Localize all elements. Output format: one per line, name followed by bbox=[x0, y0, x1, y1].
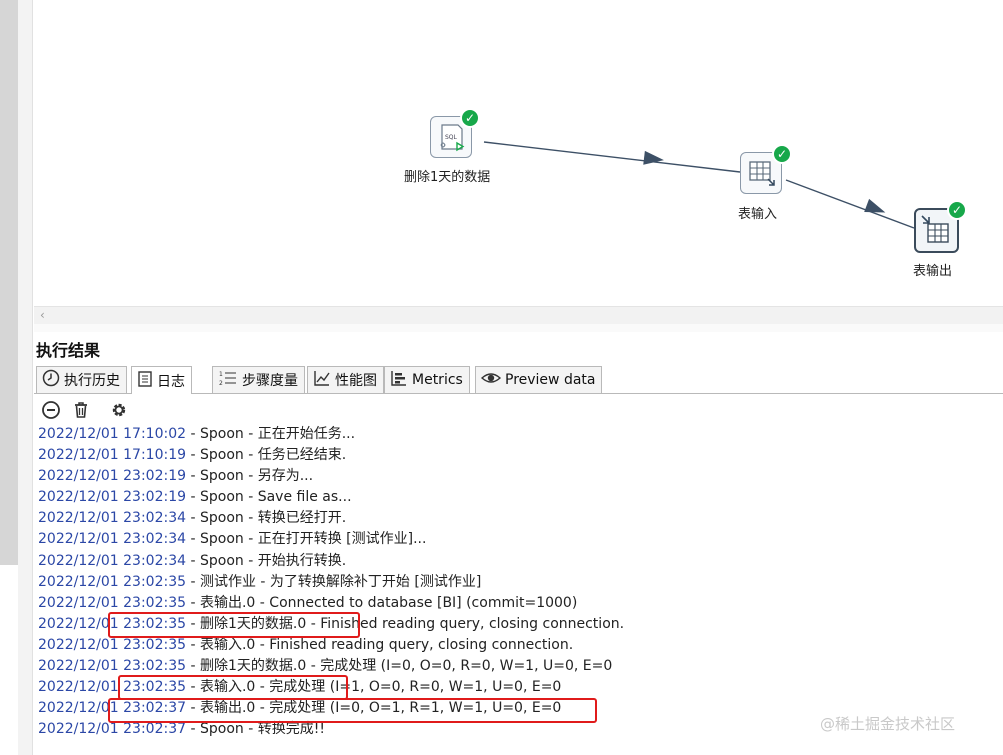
hop-connectors bbox=[483, 141, 915, 229]
log-line: 2022/12/01 23:02:19 - Spoon - Save file … bbox=[38, 487, 998, 508]
svg-text:2: 2 bbox=[219, 380, 223, 387]
success-check-icon: ✓ bbox=[947, 200, 967, 220]
log-timestamp: 2022/12/01 23:02:34 bbox=[38, 552, 187, 569]
step-label: 删除1天的数据 bbox=[404, 170, 491, 185]
log-timestamp: 2022/12/01 23:02:34 bbox=[38, 531, 187, 548]
log-timestamp: 2022/12/01 23:02:35 bbox=[38, 636, 187, 653]
highlight-box bbox=[118, 675, 348, 700]
left-splitter[interactable] bbox=[18, 0, 33, 755]
line-chart-icon bbox=[313, 369, 331, 391]
stop-icon[interactable] bbox=[39, 399, 63, 421]
log-toolbar bbox=[34, 396, 1003, 424]
log-message: - Spoon - Save file as... bbox=[186, 489, 352, 506]
tab-performance-chart[interactable]: 性能图 bbox=[307, 366, 384, 393]
hop-arrow-2 bbox=[864, 198, 886, 213]
tab-label: 执行历史 bbox=[64, 373, 120, 389]
tab-preview-data[interactable]: Preview data bbox=[475, 366, 603, 393]
log-line: 2022/12/01 23:02:35 - 测试作业 - 为了转换解除补丁开始 … bbox=[38, 572, 998, 593]
log-message: - Spoon - 正在开始任务... bbox=[186, 426, 356, 442]
log-timestamp: 2022/12/01 17:10:19 bbox=[38, 447, 187, 464]
trash-icon[interactable] bbox=[69, 399, 93, 421]
tab-log[interactable]: 日志 bbox=[131, 366, 192, 394]
tab-label: 性能图 bbox=[335, 373, 377, 389]
log-message: - Spoon - 转换完成!! bbox=[186, 721, 325, 738]
log-line: 2022/12/01 17:10:02 - Spoon - 正在开始任务... bbox=[38, 424, 998, 445]
spoon-window: SQL ✓ 删除1天的数据 ✓ 表输入 ✓ 表输出 ‹ 执行结果 执行历史 日志… bbox=[0, 0, 1003, 755]
watermark: @稀土掘金技术社区 bbox=[820, 715, 956, 733]
transformation-canvas[interactable]: SQL ✓ 删除1天的数据 ✓ 表输入 ✓ 表输出 bbox=[34, 0, 1003, 306]
log-message: - 表输入.0 - Finished reading query, closin… bbox=[186, 636, 574, 653]
step-label: 表输出 bbox=[913, 264, 953, 279]
log-line: 2022/12/01 23:02:19 - Spoon - 另存为... bbox=[38, 466, 998, 487]
left-panel-edge bbox=[0, 0, 18, 565]
log-line: 2022/12/01 23:02:34 - Spoon - 正在打开转换 [测试… bbox=[38, 529, 998, 550]
log-message: - 表输出.0 - Connected to database [BI] (co… bbox=[186, 594, 578, 611]
results-tabbar: 执行历史 日志 12 步骤度量 性能图 Metrics Preview data bbox=[34, 364, 1003, 394]
scroll-left-icon[interactable]: ‹ bbox=[40, 307, 45, 323]
log-message: - Spoon - 开始执行转换. bbox=[186, 552, 347, 569]
metrics-icon bbox=[390, 369, 408, 391]
clock-icon bbox=[42, 369, 60, 391]
highlight-box bbox=[108, 698, 597, 723]
log-timestamp: 2022/12/01 23:02:34 bbox=[38, 510, 187, 527]
log-icon bbox=[137, 370, 153, 392]
log-message: - Spoon - 任务已经结束. bbox=[186, 447, 347, 464]
log-line: 2022/12/01 23:02:34 - Spoon - 转换已经打开. bbox=[38, 508, 998, 529]
tab-label: Metrics bbox=[412, 372, 463, 388]
hop-line-1[interactable] bbox=[483, 141, 741, 173]
log-message: - Spoon - 另存为... bbox=[186, 468, 314, 485]
eye-icon bbox=[480, 369, 502, 391]
log-timestamp: 2022/12/01 17:10:02 bbox=[38, 426, 187, 442]
log-line: 2022/12/01 23:02:35 - 删除1天的数据.0 - 完成处理 (… bbox=[38, 656, 998, 677]
log-message: - Spoon - 正在打开转换 [测试作业]... bbox=[186, 531, 427, 548]
success-check-icon: ✓ bbox=[772, 144, 792, 164]
log-message: - 测试作业 - 为了转换解除补丁开始 [测试作业] bbox=[186, 573, 482, 590]
highlight-box bbox=[108, 612, 360, 638]
gear-icon[interactable] bbox=[107, 399, 131, 421]
log-message: - 删除1天的数据.0 - 完成处理 (I=0, O=0, R=0, W=1, … bbox=[186, 658, 613, 675]
tab-label: 日志 bbox=[157, 373, 185, 390]
log-line: 2022/12/01 17:10:19 - Spoon - 任务已经结束. bbox=[38, 445, 998, 466]
list-numbered-icon: 12 bbox=[218, 369, 238, 391]
tab-metrics[interactable]: Metrics bbox=[384, 366, 470, 393]
step-label: 表输入 bbox=[738, 207, 778, 222]
tab-label: Preview data bbox=[505, 372, 596, 388]
tab-execution-history[interactable]: 执行历史 bbox=[36, 366, 127, 393]
tab-step-metrics[interactable]: 12 步骤度量 bbox=[212, 366, 305, 393]
log-message: - Spoon - 转换已经打开. bbox=[186, 510, 347, 527]
tab-label: 步骤度量 bbox=[242, 373, 298, 389]
svg-text:SQL: SQL bbox=[445, 134, 458, 141]
log-timestamp: 2022/12/01 23:02:35 bbox=[38, 573, 187, 590]
log-line: 2022/12/01 23:02:35 - 表输出.0 - Connected … bbox=[38, 593, 998, 614]
log-timestamp: 2022/12/01 23:02:35 bbox=[38, 594, 187, 611]
hop-arrow-1 bbox=[643, 150, 664, 165]
log-line: 2022/12/01 23:02:34 - Spoon - 开始执行转换. bbox=[38, 551, 998, 572]
success-check-icon: ✓ bbox=[460, 108, 480, 128]
panel-splitter[interactable] bbox=[34, 324, 1003, 332]
svg-text:1: 1 bbox=[219, 371, 223, 378]
hop-line-2[interactable] bbox=[785, 179, 915, 229]
log-timestamp: 2022/12/01 23:02:19 bbox=[38, 468, 187, 485]
execution-results-title: 执行结果 bbox=[36, 341, 101, 360]
log-timestamp: 2022/12/01 23:02:37 bbox=[38, 721, 187, 738]
canvas-horizontal-scrollbar[interactable]: ‹ bbox=[34, 306, 1003, 324]
log-timestamp: 2022/12/01 23:02:19 bbox=[38, 489, 187, 506]
log-timestamp: 2022/12/01 23:02:35 bbox=[38, 658, 187, 675]
log-line: 2022/12/01 23:02:35 - 表输入.0 - Finished r… bbox=[38, 635, 998, 656]
